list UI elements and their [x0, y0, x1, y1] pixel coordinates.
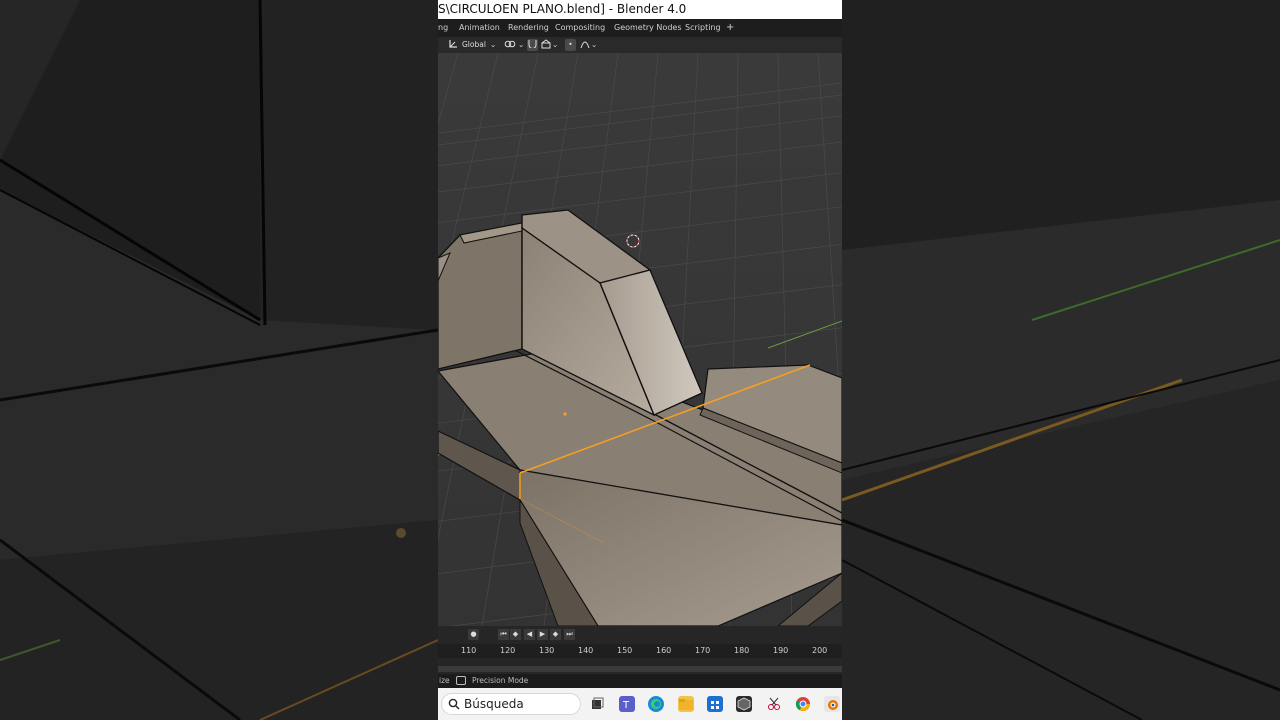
timeline-track[interactable] [438, 666, 842, 672]
chevron-down-icon[interactable]: ⌄ [552, 39, 558, 51]
play-icon[interactable]: ▶ [537, 629, 548, 640]
orientation-dropdown[interactable]: Global [462, 39, 486, 51]
frame-label: 130 [539, 646, 555, 655]
shift-key-icon [456, 676, 466, 685]
frame-label: 190 [773, 646, 789, 655]
3d-viewport[interactable] [438, 53, 842, 626]
status-bar: ize Precision Mode [438, 674, 842, 688]
timeline-panel: ● ⏮ ◆ ◀ ▶ ◆ ⏭ 110 120 130 140 150 160 17… [438, 626, 842, 674]
frame-ruler[interactable]: 110 120 130 140 150 160 170 180 190 200 [438, 644, 842, 658]
add-workspace-button[interactable]: + [726, 22, 734, 33]
tab-rendering[interactable]: Rendering [508, 23, 549, 32]
tab-animation[interactable]: Animation [459, 23, 500, 32]
chevron-down-icon[interactable]: ⌄ [490, 39, 496, 51]
frame-label: 170 [695, 646, 711, 655]
frame-label: 160 [656, 646, 672, 655]
playback-controls: ● ⏮ ◆ ◀ ▶ ◆ ⏭ [438, 628, 842, 642]
store-icon[interactable] [707, 696, 723, 712]
tab-geometry-nodes[interactable]: Geometry Nodes [614, 23, 681, 32]
frame-label: 110 [461, 646, 477, 655]
frame-label: 140 [578, 646, 594, 655]
app-cube-icon[interactable] [736, 696, 752, 712]
jump-start-icon[interactable]: ⏮ [498, 629, 509, 640]
window-title: S\CIRCULOEN PLANO.blend] - Blender 4.0 [438, 2, 687, 16]
windows-taskbar: Búsqueda T [438, 688, 842, 720]
record-icon[interactable]: ● [468, 629, 479, 640]
tab-compositing[interactable]: Compositing [555, 23, 605, 32]
object-origin [563, 412, 567, 416]
search-placeholder: Búsqueda [464, 697, 524, 711]
status-left-label: ize [439, 676, 450, 685]
pivot-link-icon[interactable] [504, 39, 516, 51]
proportional-edit-icon[interactable]: • [565, 39, 576, 51]
teams-icon[interactable]: T [619, 696, 635, 712]
next-keyframe-icon[interactable]: ◆ [550, 629, 561, 640]
file-explorer-icon[interactable] [678, 696, 694, 712]
search-icon [448, 698, 460, 710]
blender-window: S\CIRCULOEN PLANO.blend] - Blender 4.0 n… [438, 0, 842, 720]
frame-label: 120 [500, 646, 516, 655]
tab-partial[interactable]: ng [438, 23, 448, 32]
frame-label: 180 [734, 646, 750, 655]
taskbar-search[interactable]: Búsqueda [441, 693, 581, 715]
svg-text:T: T [622, 700, 630, 711]
workspace-tabs: ng Animation Rendering Compositing Geome… [438, 19, 842, 37]
precision-mode-label: Precision Mode [472, 676, 529, 685]
tab-scripting[interactable]: Scripting [685, 23, 721, 32]
blender-icon[interactable] [824, 696, 840, 712]
jump-end-icon[interactable]: ⏭ [564, 629, 575, 640]
task-view-icon[interactable] [589, 696, 605, 712]
prev-keyframe-icon[interactable]: ◆ [510, 629, 521, 640]
chevron-down-icon[interactable]: ⌄ [591, 39, 597, 51]
chrome-icon[interactable] [795, 696, 811, 712]
frame-label: 200 [812, 646, 828, 655]
edge-browser-icon[interactable] [648, 696, 664, 712]
backdrop-right [842, 0, 1280, 720]
falloff-icon[interactable] [580, 39, 590, 51]
frame-label: 150 [617, 646, 633, 655]
play-reverse-icon[interactable]: ◀ [524, 629, 535, 640]
snap-target-icon[interactable] [541, 39, 551, 51]
window-titlebar: S\CIRCULOEN PLANO.blend] - Blender 4.0 [438, 0, 842, 19]
snipping-tool-icon[interactable] [766, 696, 782, 712]
chevron-down-icon[interactable]: ⌄ [518, 39, 524, 51]
backdrop-left [0, 0, 438, 720]
snap-icon[interactable] [527, 39, 538, 51]
viewport-header: Global ⌄ ⌄ ⌄ • ⌄ [438, 37, 842, 53]
transform-orientation-icon [448, 39, 458, 51]
